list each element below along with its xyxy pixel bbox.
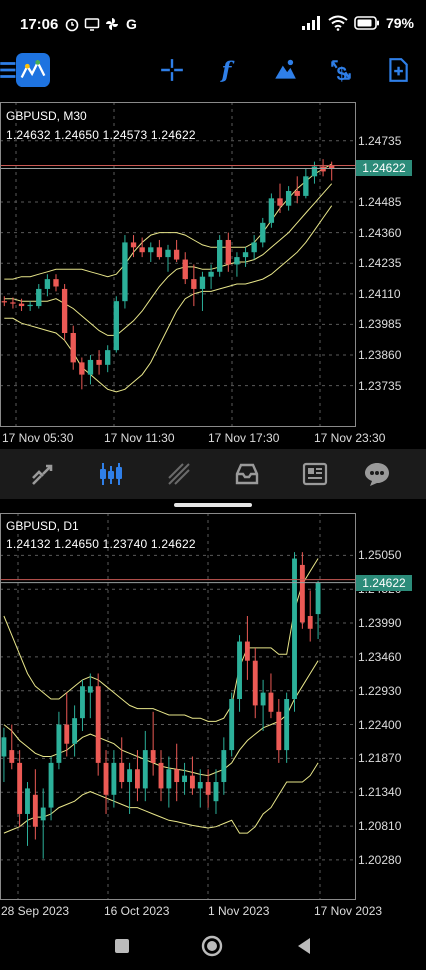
status-notification-icons: G [64,16,140,32]
splitter-handle[interactable] [174,503,252,507]
metatrader-logo-icon [16,53,50,87]
y-tick-label: 1.22930 [358,683,402,698]
symbol-change-button[interactable]: $ [321,50,361,90]
recent-apps-button[interactable] [110,934,134,958]
quotes-icon [32,464,53,485]
chart-d1-ohlc: 1.24132 1.24650 1.23740 1.24622 [6,537,196,551]
back-button[interactable] [292,934,316,958]
x-tick-label: 17 Nov 2023 [314,904,383,918]
status-right: 79% [301,15,414,31]
battery-icon [354,16,379,30]
chat-icon [365,463,389,486]
chart-d1[interactable]: GBPUSD, D1 1.24132 1.24650 1.23740 1.246… [0,513,426,920]
svg-text:f: f [220,58,236,83]
wifi-icon [328,15,348,31]
pinwheel-icon [106,18,118,30]
symbol-change-icon: $ [331,60,351,83]
y-tick-label: 1.23860 [358,348,402,363]
y-tick-label: 1.24110 [358,286,401,301]
y-tick-label: 1.24485 [358,195,402,210]
tab-history[interactable] [232,459,262,489]
alarm-icon [65,18,79,32]
google-icon: G [126,16,137,32]
chart-m30-ohlc: 1.24632 1.24650 1.24573 1.24622 [6,128,196,142]
status-time: 17:06 [20,16,59,33]
y-tick-label: 1.23985 [358,317,402,332]
y-tick-label: 1.21340 [358,785,402,800]
tab-chat[interactable] [362,459,392,489]
new-order-icon [389,58,408,82]
chart-m30[interactable]: GBPUSD, M30 1.24632 1.24650 1.24573 1.24… [0,102,426,446]
y-tick-label: 1.23460 [358,649,402,664]
chart-d1-symbol: GBPUSD, D1 [6,519,79,533]
crosshair-icon [161,59,183,81]
x-tick-label: 28 Sep 2023 [1,904,70,918]
chart-m30-symbol: GBPUSD, M30 [6,109,87,123]
chart-m30-last-price: 1.24622 [356,160,412,177]
metatrader-logo[interactable] [15,52,51,88]
new-order-button[interactable] [378,50,418,90]
y-tick-label: 1.23990 [358,616,402,631]
chart-icon [100,463,122,485]
x-tick-label: 17 Nov 23:30 [314,431,386,445]
status-bar: 17:06 G 79% [0,0,426,48]
y-tick-label: 1.24360 [358,225,402,240]
y-tick-label: 1.24735 [358,133,402,148]
x-tick-label: 1 Nov 2023 [208,904,270,918]
x-tick-label: 17 Nov 11:30 [104,431,175,445]
chart-toolbar: f $ [0,50,426,94]
chart-d1-frame [0,513,356,900]
cast-icon [84,18,100,31]
battery-value: 79 [385,15,402,31]
trade-icon [168,463,190,485]
y-tick-label: 1.21870 [358,751,402,766]
chart-m30-frame [0,102,356,427]
chart-d1-last-price: 1.24622 [356,574,412,591]
indicators-icon: f [220,58,236,83]
x-tick-label: 16 Oct 2023 [104,904,170,918]
tab-trade[interactable] [164,459,194,489]
tab-news[interactable] [300,459,330,489]
tab-chart[interactable] [96,459,126,489]
y-tick-label: 1.20810 [358,819,402,834]
news-icon [302,462,328,486]
y-tick-label: 1.22400 [358,717,402,732]
objects-icon [275,59,296,79]
y-tick-label: 1.25050 [358,548,402,563]
history-icon [235,463,259,485]
home-button[interactable] [200,934,224,958]
objects-button[interactable] [265,50,305,90]
svg-text:G: G [126,16,137,32]
android-nav-bar [0,920,426,970]
x-tick-label: 17 Nov 05:30 [2,431,74,445]
battery-percent: 79% [385,15,414,31]
y-tick-label: 1.20280 [358,852,402,867]
crosshair-button[interactable] [152,50,192,90]
y-tick-label: 1.23735 [358,378,402,393]
bottom-tab-bar [0,449,426,499]
signal-icon [301,16,320,30]
y-tick-label: 1.24235 [358,256,402,271]
indicators-button[interactable]: f [208,50,248,90]
tab-quotes[interactable] [28,459,58,489]
x-tick-label: 17 Nov 17:30 [208,431,280,445]
